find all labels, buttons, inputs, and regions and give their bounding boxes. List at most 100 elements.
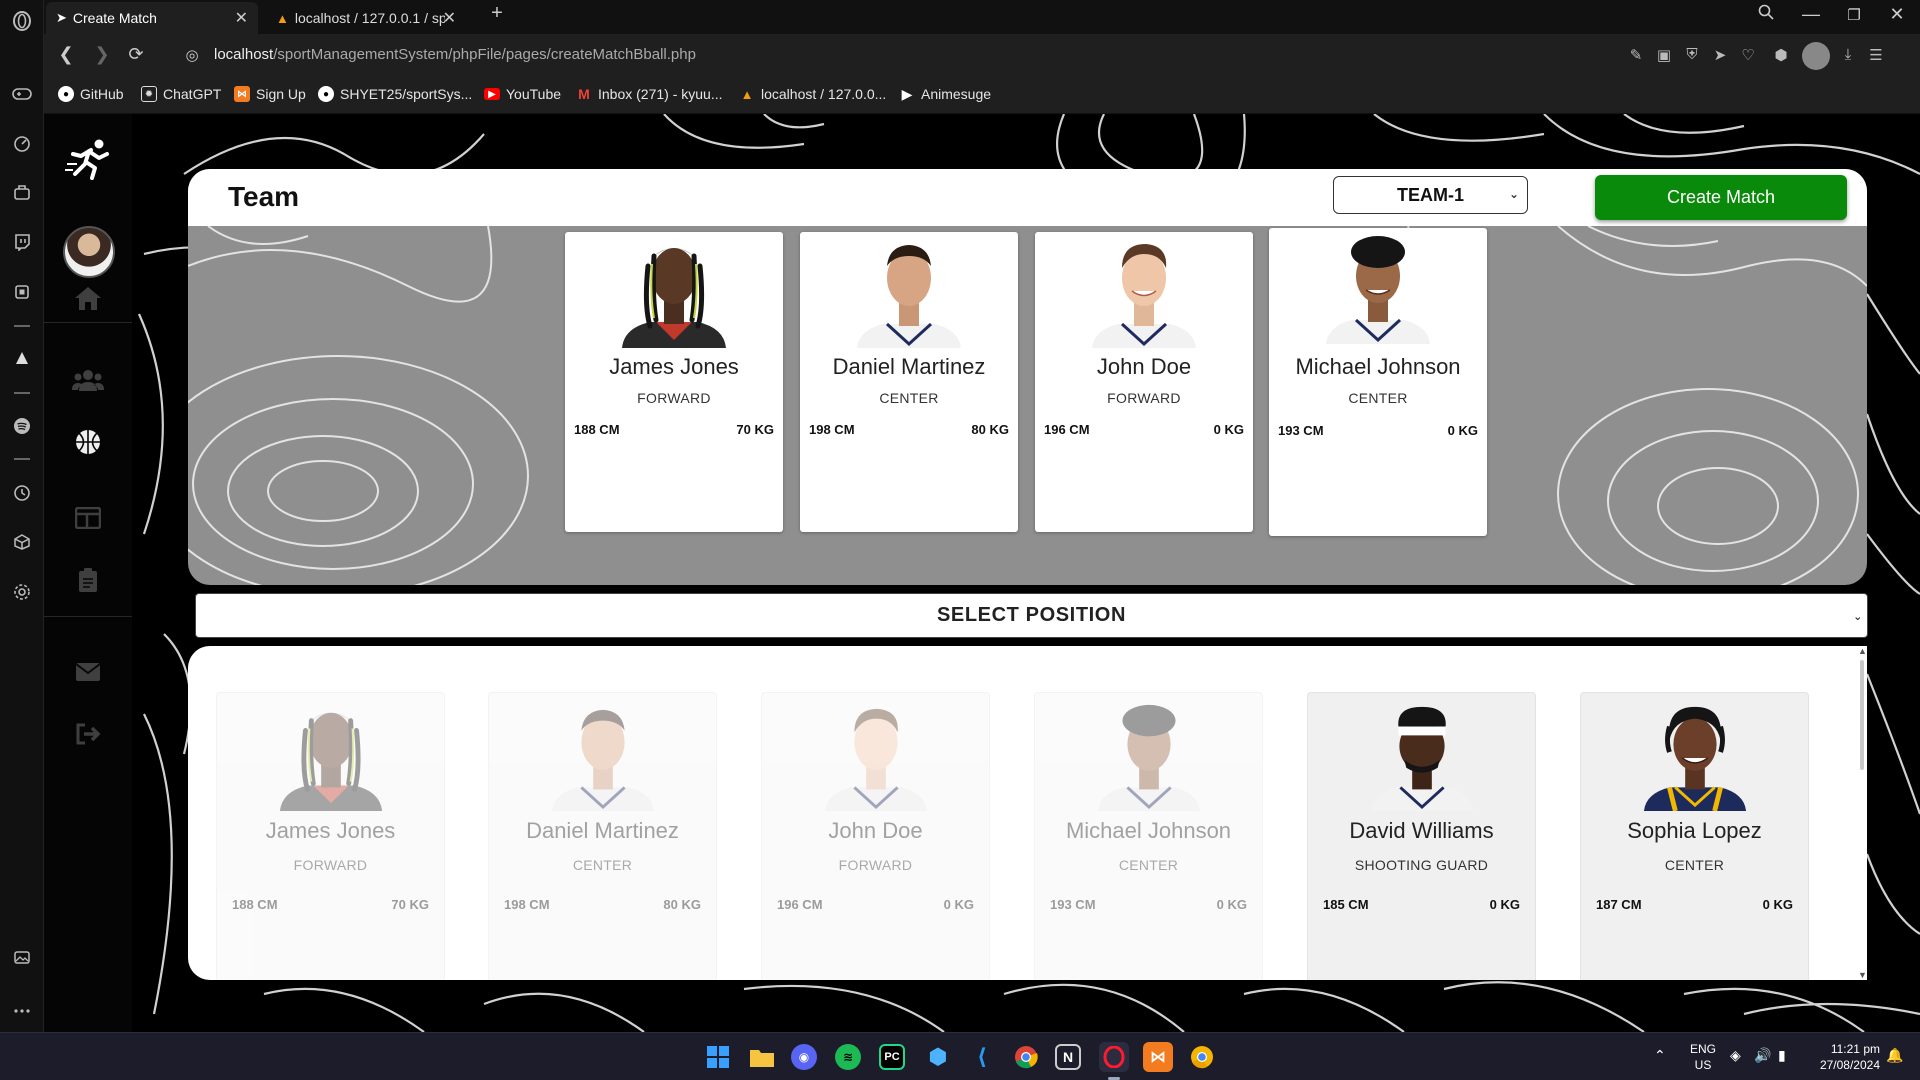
bookmark-youtube[interactable]: ▶ YouTube — [484, 86, 561, 102]
pycharm-icon[interactable]: PC — [879, 1044, 905, 1070]
opera-logo-icon[interactable] — [10, 9, 34, 33]
logout-icon[interactable] — [68, 716, 108, 752]
player-photo-david-williams — [1370, 706, 1473, 811]
runner-logo-icon[interactable] — [64, 136, 112, 182]
tray-chevron-icon[interactable]: ⌃ — [1654, 1047, 1666, 1063]
forward-button[interactable]: ❯ — [90, 44, 114, 65]
more-icon[interactable] — [10, 999, 34, 1023]
bookmark-chatgpt[interactable]: ✹ ChatGPT — [141, 86, 221, 102]
bookmark-shyet25[interactable]: ● SHYET25/sportSys... — [318, 86, 472, 102]
twitch-icon[interactable] — [10, 230, 34, 254]
new-tab-button[interactable]: + — [482, 2, 512, 25]
discord-icon[interactable]: ◉ — [791, 1044, 817, 1070]
close-window-button[interactable]: ✕ — [1882, 4, 1912, 25]
notion-icon[interactable]: N — [1055, 1044, 1081, 1070]
scroll-down-icon[interactable]: ▼ — [1858, 970, 1867, 980]
roster-player-card[interactable]: David Williams SHOOTING GUARD 185 CM 0 K… — [1307, 692, 1536, 980]
chevron-down-icon: ⌄ — [1508, 187, 1519, 201]
site-info-icon[interactable]: ◎ — [180, 46, 204, 64]
tab-create-match[interactable]: ➤ Create Match ✕ — [46, 2, 258, 34]
team-header: Team TEAM-1 ⌄ Create Match — [188, 169, 1867, 226]
roster-player-card[interactable]: Daniel Martinez CENTER 198 CM 80 KG — [488, 692, 717, 980]
users-icon[interactable] — [68, 362, 108, 398]
player-weight: 0 KG — [943, 897, 974, 912]
file-explorer-icon[interactable] — [747, 1042, 777, 1072]
team-select[interactable]: TEAM-1 ⌄ — [1333, 176, 1528, 214]
shield-icon[interactable]: ⛨ — [1682, 46, 1702, 63]
cpu-icon[interactable] — [10, 280, 34, 304]
scroll-up-icon[interactable]: ▲ — [1858, 646, 1867, 656]
language-code: ENG — [1689, 1042, 1716, 1056]
close-icon[interactable]: ✕ — [235, 8, 248, 28]
restore-button[interactable]: ❐ — [1839, 6, 1869, 24]
volume-icon[interactable]: 🔊 — [1754, 1047, 1771, 1063]
scrollbar-thumb[interactable] — [1860, 660, 1864, 770]
close-icon[interactable]: ✕ — [443, 8, 456, 28]
roster-player-card[interactable]: James Jones FORWARD 188 CM 70 KG — [216, 692, 445, 980]
extensions-cube-icon[interactable]: ⬢ — [1771, 46, 1791, 64]
team-player-card[interactable]: Daniel Martinez CENTER 198 CM 80 KG — [800, 232, 1018, 532]
player-position: FORWARD — [293, 857, 368, 873]
profile-avatar[interactable] — [1802, 42, 1830, 70]
aria-icon[interactable] — [10, 346, 34, 370]
roster-player-card[interactable]: John Doe FORWARD 196 CM 0 KG — [761, 692, 990, 980]
position-select[interactable]: SELECT POSITION ⌄ — [195, 593, 1868, 638]
url-field[interactable]: localhost/sportManagementSystem/phpFile/… — [214, 46, 696, 63]
heart-icon[interactable]: ♡ — [1738, 46, 1758, 64]
chrome-icon[interactable] — [1011, 1042, 1041, 1072]
search-icon[interactable] — [1751, 4, 1781, 25]
camera-icon[interactable]: ▣ — [1654, 46, 1674, 64]
bag-icon[interactable] — [10, 180, 34, 204]
history-icon[interactable] — [10, 481, 34, 505]
mail-icon[interactable] — [68, 654, 108, 690]
user-avatar[interactable] — [63, 226, 115, 278]
bookmark-localhost[interactable]: ▲ localhost / 127.0.0... — [739, 86, 887, 102]
player-photo-james-jones — [622, 248, 726, 348]
bookmark-gmail[interactable]: M Inbox (271) - kyuu... — [576, 86, 722, 102]
clock[interactable]: 11:21 pm 27/08/2024 — [1806, 1041, 1880, 1073]
send-icon[interactable]: ➤ — [1710, 46, 1730, 64]
notification-bell-icon[interactable]: 🔔 — [1886, 1047, 1903, 1063]
team-player-card[interactable]: James Jones FORWARD 188 CM 70 KG — [565, 232, 783, 532]
settings-gear-icon[interactable] — [10, 580, 34, 604]
windows-start-icon[interactable] — [703, 1042, 733, 1072]
player-name: Sophia Lopez — [1627, 818, 1762, 843]
table-layout-icon[interactable] — [68, 500, 108, 536]
gamepad-icon[interactable] — [10, 82, 34, 106]
basketball-icon[interactable] — [68, 424, 108, 460]
roster-scrollbar[interactable]: ▲ ▼ — [1857, 646, 1867, 980]
opera-sidebar — [0, 0, 44, 1032]
roster-player-card[interactable]: Sophia Lopez CENTER 187 CM 0 KG — [1580, 692, 1809, 980]
snapshot-gallery-icon[interactable] — [10, 945, 34, 969]
language-indicator[interactable]: ENG US — [1686, 1041, 1720, 1073]
cube-icon[interactable] — [10, 530, 34, 554]
team-player-card[interactable]: Michael Johnson CENTER 193 CM 0 KG — [1269, 228, 1487, 536]
wifi-icon[interactable]: ◈ — [1730, 1047, 1741, 1063]
gmail-icon: M — [578, 86, 590, 102]
address-bar: ❮ ❯ ⟳ ◎ localhost/sportManagementSystem/… — [44, 34, 1920, 78]
reload-button[interactable]: ⟳ — [124, 44, 148, 65]
clipboard-icon[interactable] — [68, 562, 108, 598]
edit-icon[interactable]: ✎ — [1626, 46, 1646, 64]
tab-phpmyadmin[interactable]: ▲ localhost / 127.0.0.1 / sp ✕ — [266, 2, 466, 34]
bookmark-sign-up[interactable]: ⋈ Sign Up — [234, 86, 306, 102]
spotify-icon[interactable]: ≋ — [835, 1044, 861, 1070]
opera-icon[interactable] — [1099, 1042, 1129, 1072]
chrome-canary-icon[interactable] — [1187, 1042, 1217, 1072]
bookmark-github[interactable]: ● GitHub — [58, 86, 124, 102]
home-icon[interactable] — [68, 280, 108, 316]
speed-dial-icon[interactable] — [10, 132, 34, 156]
minimize-button[interactable]: — — [1796, 4, 1826, 25]
xampp-icon[interactable]: ⋈ — [1143, 1042, 1173, 1072]
create-match-button[interactable]: Create Match — [1595, 175, 1847, 220]
battery-icon[interactable]: ▮ — [1778, 1047, 1786, 1063]
menu-icon[interactable]: ☰ — [1866, 46, 1886, 64]
back-button[interactable]: ❮ — [54, 44, 78, 65]
vscode-icon[interactable]: ⟨ — [967, 1042, 997, 1072]
roster-player-card[interactable]: Michael Johnson CENTER 193 CM 0 KG — [1034, 692, 1263, 980]
spotify-icon[interactable] — [10, 414, 34, 438]
download-icon[interactable]: ⤓ — [1838, 46, 1858, 63]
hexagon-app-icon[interactable]: ⬢ — [923, 1042, 953, 1072]
team-player-card[interactable]: John Doe FORWARD 196 CM 0 KG — [1035, 232, 1253, 532]
bookmark-animesuge[interactable]: ▶ Animesuge — [899, 86, 991, 103]
